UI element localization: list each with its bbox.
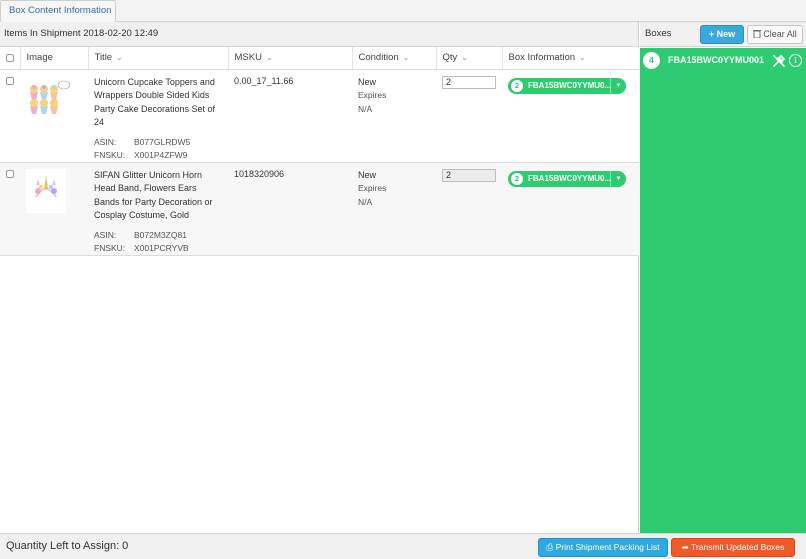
expires-value: N/A xyxy=(358,103,373,114)
column-header-title[interactable]: Title ⌄ xyxy=(88,47,229,70)
tab-box-content-information[interactable]: Box Content Information xyxy=(0,0,116,22)
column-header-msku[interactable]: MSKU ⌄ xyxy=(228,47,353,70)
box-drop-area xyxy=(640,73,806,534)
fnsku-row: FNSKU: X001PCRYVB xyxy=(94,242,189,253)
box-assignment-dropdown[interactable]: 2 FBA15BWC0YYMU0... ▼ xyxy=(508,170,626,187)
box-assignment-label: FBA15BWC0YYMU0... xyxy=(528,173,612,183)
select-all-cell xyxy=(0,47,21,70)
print-packing-list-button[interactable]: ⎙ Print Shipment Packing List xyxy=(538,538,668,557)
row-checkbox[interactable] xyxy=(6,169,14,178)
fnsku-row: FNSKU: X001P4ZFW9 xyxy=(94,149,188,160)
sort-icon: ⌄ xyxy=(461,53,468,63)
msku-value: 0.00_17_11.66 xyxy=(234,75,294,86)
expires-label: Expires xyxy=(358,90,387,100)
box-item-count: 4 xyxy=(643,52,660,69)
boxes-panel: Boxes + New Clear All 4 FBA15BWC0YYMU001… xyxy=(640,22,806,534)
column-header-condition[interactable]: Condition ⌄ xyxy=(352,47,437,70)
quantity-left-label: Quantity Left to Assign: 0 xyxy=(6,540,129,552)
box-assignment-dropdown[interactable]: 2 FBA15BWC0YYMU0... ▼ xyxy=(508,77,626,94)
sort-icon: ⌄ xyxy=(402,53,410,63)
new-box-button[interactable]: + New xyxy=(700,25,744,44)
product-image-cupcake-toppers xyxy=(26,76,71,120)
chevron-down-icon: ▼ xyxy=(610,170,626,187)
column-header-box-information[interactable]: Box Information ⌄ xyxy=(502,47,639,70)
items-panel-header: Items In Shipment 2018-02-20 12:49 xyxy=(0,22,638,47)
transmit-updated-boxes-button[interactable]: ➦ Transmit Updated Boxes xyxy=(671,538,795,557)
box-count-badge: 2 xyxy=(511,172,523,185)
expires-label: Expires xyxy=(358,183,387,193)
condition-cell: New Expires N/A xyxy=(352,162,436,256)
row-checkbox[interactable] xyxy=(6,76,14,85)
sort-icon: ⌄ xyxy=(265,53,273,63)
tab-bar: Box Content Information xyxy=(0,0,806,22)
trash-icon xyxy=(753,30,762,39)
qty-input[interactable] xyxy=(442,168,496,182)
boxes-panel-title: Boxes xyxy=(645,28,672,39)
table-header-row: Image Title ⌄ MSKU ⌄ Condition ⌄ Qty ⌄ Box I… xyxy=(0,47,639,70)
tools-icon[interactable] xyxy=(772,54,786,68)
info-icon[interactable]: i xyxy=(789,54,802,67)
chevron-down-icon: ▼ xyxy=(610,77,626,94)
print-icon: ⎙ xyxy=(546,542,554,552)
msku-value: 1018320906 xyxy=(234,168,285,179)
asin-row: ASIN: B077GLRDW5 xyxy=(94,136,191,147)
qty-input[interactable] xyxy=(442,75,496,89)
expires-value: N/A xyxy=(358,196,373,207)
sort-icon: ⌄ xyxy=(116,53,123,63)
clear-all-button[interactable]: Clear All xyxy=(747,25,803,44)
table-row: SIFAN Glitter Unicorn Horn Head Band, Fl… xyxy=(0,162,639,256)
items-table: Image Title ⌄ MSKU ⌄ Condition ⌄ Qty ⌄ Box I… xyxy=(0,47,639,256)
column-header-qty[interactable]: Qty ⌄ xyxy=(436,47,503,70)
column-header-image: Image xyxy=(20,47,89,70)
table-row: Unicorn Cupcake Toppers and Wrappers Dou… xyxy=(0,69,639,163)
box-item-label: FBA15BWC0YYMU001 xyxy=(668,55,765,65)
app-root: Box Content Information Items In Shipmen… xyxy=(0,0,806,559)
condition-cell: New Expires N/A xyxy=(352,69,436,163)
product-image-unicorn-headband xyxy=(26,168,66,213)
condition-value: New xyxy=(358,169,377,180)
asin-row: ASIN: B072M3ZQ81 xyxy=(94,229,187,240)
share-arrow-icon: ➦ xyxy=(681,542,689,552)
footer-bar: Quantity Left to Assign: 0 ⎙ Print Shipm… xyxy=(0,533,806,559)
box-item[interactable]: 4 FBA15BWC0YYMU001 i xyxy=(640,48,806,73)
items-panel: Items In Shipment 2018-02-20 12:49 Image… xyxy=(0,22,639,534)
boxes-panel-header: Boxes + New Clear All xyxy=(640,22,806,47)
sort-icon: ⌄ xyxy=(579,53,586,63)
box-count-badge: 2 xyxy=(511,79,523,92)
product-title[interactable]: Unicorn Cupcake Toppers and Wrappers Dou… xyxy=(94,76,222,130)
box-assignment-label: FBA15BWC0YYMU0... xyxy=(528,80,612,90)
select-all-checkbox[interactable] xyxy=(6,54,14,63)
condition-value: New xyxy=(358,76,377,87)
product-title[interactable]: SIFAN Glitter Unicorn Horn Head Band, Fl… xyxy=(94,169,222,223)
